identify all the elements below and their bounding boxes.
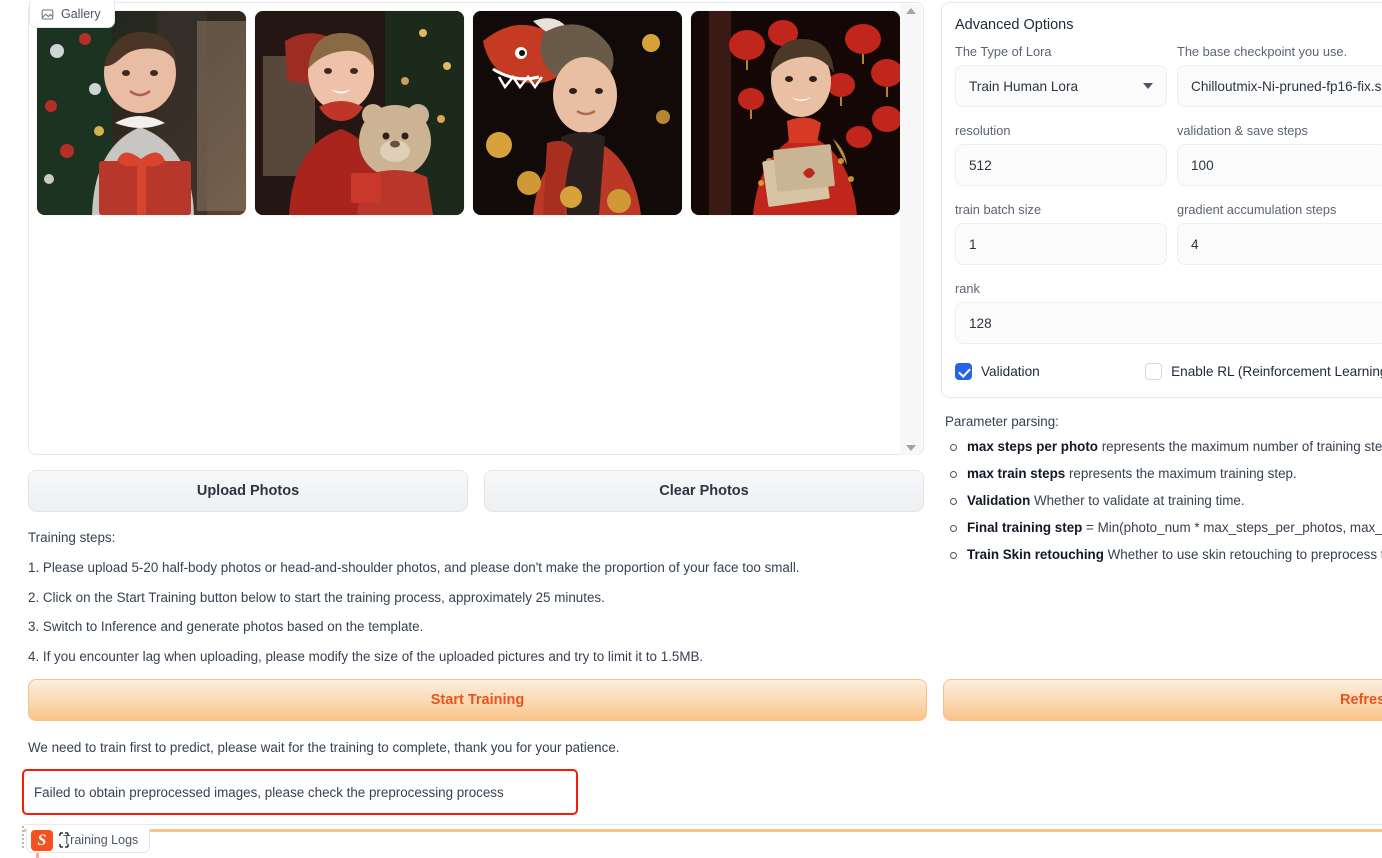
training-step-item: 1. Please upload 5-20 half-body photos o… xyxy=(28,559,800,575)
train-batch-size-input[interactable]: 1 xyxy=(955,223,1167,265)
rank-field: rank 128 xyxy=(955,281,1382,344)
train-batch-size-label: train batch size xyxy=(955,202,1042,217)
photo-teddy-bear-boy xyxy=(255,11,464,215)
advanced-options-title: Advanced Options xyxy=(955,17,1074,33)
parameter-parsing-item: Validation Whether to validate at traini… xyxy=(945,493,1382,509)
validation-save-steps-label: validation & save steps xyxy=(1177,123,1308,138)
app-root: Gallery Upload Photos Clear Photos Train… xyxy=(0,0,1382,858)
parameter-desc: represents the maximum number of trainin… xyxy=(1101,439,1382,454)
gradient-accumulation-steps-value: 4 xyxy=(1191,236,1199,252)
rank-input[interactable]: 128 xyxy=(955,302,1382,344)
gradient-accumulation-steps-input[interactable]: 4 xyxy=(1177,223,1382,265)
parameter-parsing-item: Final training step = Min(photo_num * ma… xyxy=(945,520,1382,536)
lora-type-value: Train Human Lora xyxy=(969,78,1079,94)
training-step-item: 2. Click on the Start Training button be… xyxy=(28,589,605,605)
crop-capture-icon[interactable] xyxy=(55,831,73,849)
validation-save-steps-input[interactable]: 100 xyxy=(1177,144,1382,186)
validation-checkbox-wrap[interactable]: Validation xyxy=(955,363,1145,380)
base-checkpoint-value: Chilloutmix-Ni-pruned-fp16-fix.safetenso… xyxy=(1191,78,1382,94)
lora-row: The Type of Lora Train Human Lora The ba… xyxy=(955,44,1382,107)
gallery-thumbnail[interactable] xyxy=(37,11,246,215)
gallery-tab[interactable]: Gallery xyxy=(29,1,115,28)
base-checkpoint-input[interactable]: Chilloutmix-Ni-pruned-fp16-fix.safetenso… xyxy=(1177,65,1382,107)
training-steps-heading: Training steps: xyxy=(28,530,116,545)
left-column: Gallery Upload Photos Clear Photos Train… xyxy=(0,0,940,858)
resolution-row: resolution 512 validation & save steps 1… xyxy=(955,123,1382,186)
error-message-box: Failed to obtain preprocessed images, pl… xyxy=(22,769,578,815)
gallery-thumbnail[interactable] xyxy=(255,11,464,215)
parameter-parsing-title: Parameter parsing: xyxy=(945,414,1059,429)
gallery-thumbnail[interactable] xyxy=(473,11,682,215)
bottom-divider xyxy=(24,824,1382,825)
parameter-parsing-block: Parameter parsing: max steps per photo r… xyxy=(945,414,1382,574)
status-note: We need to train first to predict, pleas… xyxy=(28,740,620,755)
parameter-parsing-item: max steps per photo represents the maxim… xyxy=(945,439,1382,455)
resolution-input[interactable]: 512 xyxy=(955,144,1167,186)
validation-save-steps-value: 100 xyxy=(1191,157,1214,173)
lora-type-field: The Type of Lora Train Human Lora xyxy=(955,44,1167,107)
scroll-down-arrow-icon[interactable] xyxy=(906,445,916,451)
parameter-term: max train steps xyxy=(967,466,1066,482)
parameter-term: Final training step xyxy=(967,520,1083,536)
parameter-term: max steps per photo xyxy=(967,439,1098,454)
start-training-button[interactable]: Start Training xyxy=(28,679,927,721)
error-message-text: Failed to obtain preprocessed images, pl… xyxy=(34,784,504,800)
gallery-panel: Gallery xyxy=(28,1,924,455)
sogou-s-logo-icon[interactable]: S xyxy=(31,830,53,851)
gradient-accumulation-steps-label: gradient accumulation steps xyxy=(1177,202,1337,217)
resolution-label: resolution xyxy=(955,123,1011,138)
validation-checkbox-label: Validation xyxy=(981,364,1040,379)
validation-save-steps-field: validation & save steps 100 xyxy=(1177,123,1382,186)
enable-rl-checkbox[interactable] xyxy=(1145,363,1163,380)
upload-photos-button[interactable]: Upload Photos xyxy=(28,470,468,512)
photo-dragon-boy xyxy=(473,11,682,215)
photo-actions-row: Upload Photos Clear Photos xyxy=(28,470,924,512)
parameter-term: Validation xyxy=(967,493,1031,509)
gallery-scrollbar[interactable] xyxy=(900,4,922,455)
checkbox-row: Validation Enable RL (Reinforcement Lear… xyxy=(955,363,1382,380)
train-batch-size-value: 1 xyxy=(969,236,977,252)
image-icon xyxy=(41,8,54,21)
parameter-parsing-item: Train Skin retouching Whether to use ski… xyxy=(945,547,1382,563)
refresh-button[interactable]: Refresh xyxy=(943,679,1382,721)
rank-label: rank xyxy=(955,281,980,296)
enable-rl-checkbox-wrap[interactable]: Enable RL (Reinforcement Learning) xyxy=(1145,363,1382,380)
training-steps-block: Training steps: 1. Please upload 5-20 ha… xyxy=(28,530,928,679)
train-batch-size-field: train batch size 1 xyxy=(955,202,1167,265)
rank-value: 128 xyxy=(969,315,992,331)
lora-type-select[interactable]: Train Human Lora xyxy=(955,65,1167,107)
parameter-parsing-list: max steps per photo represents the maxim… xyxy=(945,439,1382,563)
validation-checkbox[interactable] xyxy=(955,363,972,380)
base-checkpoint-field: The base checkpoint you use. Chilloutmix… xyxy=(1177,44,1382,107)
gradient-accumulation-steps-field: gradient accumulation steps 4 xyxy=(1177,202,1382,265)
bottom-left-dotted-guide xyxy=(22,826,24,850)
resolution-value: 512 xyxy=(969,157,992,173)
training-step-item: 4. If you encounter lag when uploading, … xyxy=(28,649,704,664)
resolution-field: resolution 512 xyxy=(955,123,1167,186)
gallery-thumbnail[interactable] xyxy=(691,11,900,215)
training-step-item: 3. Switch to Inference and generate phot… xyxy=(28,619,424,635)
base-checkpoint-label: The base checkpoint you use. xyxy=(1177,44,1348,59)
parameter-term: Train Skin retouching xyxy=(967,547,1104,563)
gallery-thumbnail-list xyxy=(37,11,900,215)
advanced-options-panel: Advanced Options The Type of Lora Train … xyxy=(941,2,1382,398)
parameter-desc: = Min(photo_num * max_steps_per_photos, … xyxy=(1086,520,1382,536)
clear-photos-button[interactable]: Clear Photos xyxy=(484,470,924,512)
gallery-tab-label: Gallery xyxy=(61,7,101,21)
photo-christmas-gift-boy xyxy=(37,11,246,215)
parameter-desc: Whether to use skin retouching to prepro… xyxy=(1107,547,1382,563)
enable-rl-checkbox-label: Enable RL (Reinforcement Learning) xyxy=(1171,364,1382,379)
parameter-desc: Whether to validate at training time. xyxy=(1030,493,1245,509)
parameter-parsing-item: max train steps represents the maximum t… xyxy=(945,466,1382,482)
lora-type-label: The Type of Lora xyxy=(955,44,1052,59)
photo-lanterns-boy xyxy=(691,11,900,215)
parameter-desc: represents the maximum training step. xyxy=(1065,466,1297,482)
bottom-accent-rule xyxy=(24,829,1382,832)
chevron-down-icon[interactable] xyxy=(1143,83,1153,89)
batch-row: train batch size 1 gradient accumulation… xyxy=(955,202,1382,265)
training-logs-tab-label: Training Logs xyxy=(63,833,139,847)
scroll-up-arrow-icon[interactable] xyxy=(906,8,916,14)
